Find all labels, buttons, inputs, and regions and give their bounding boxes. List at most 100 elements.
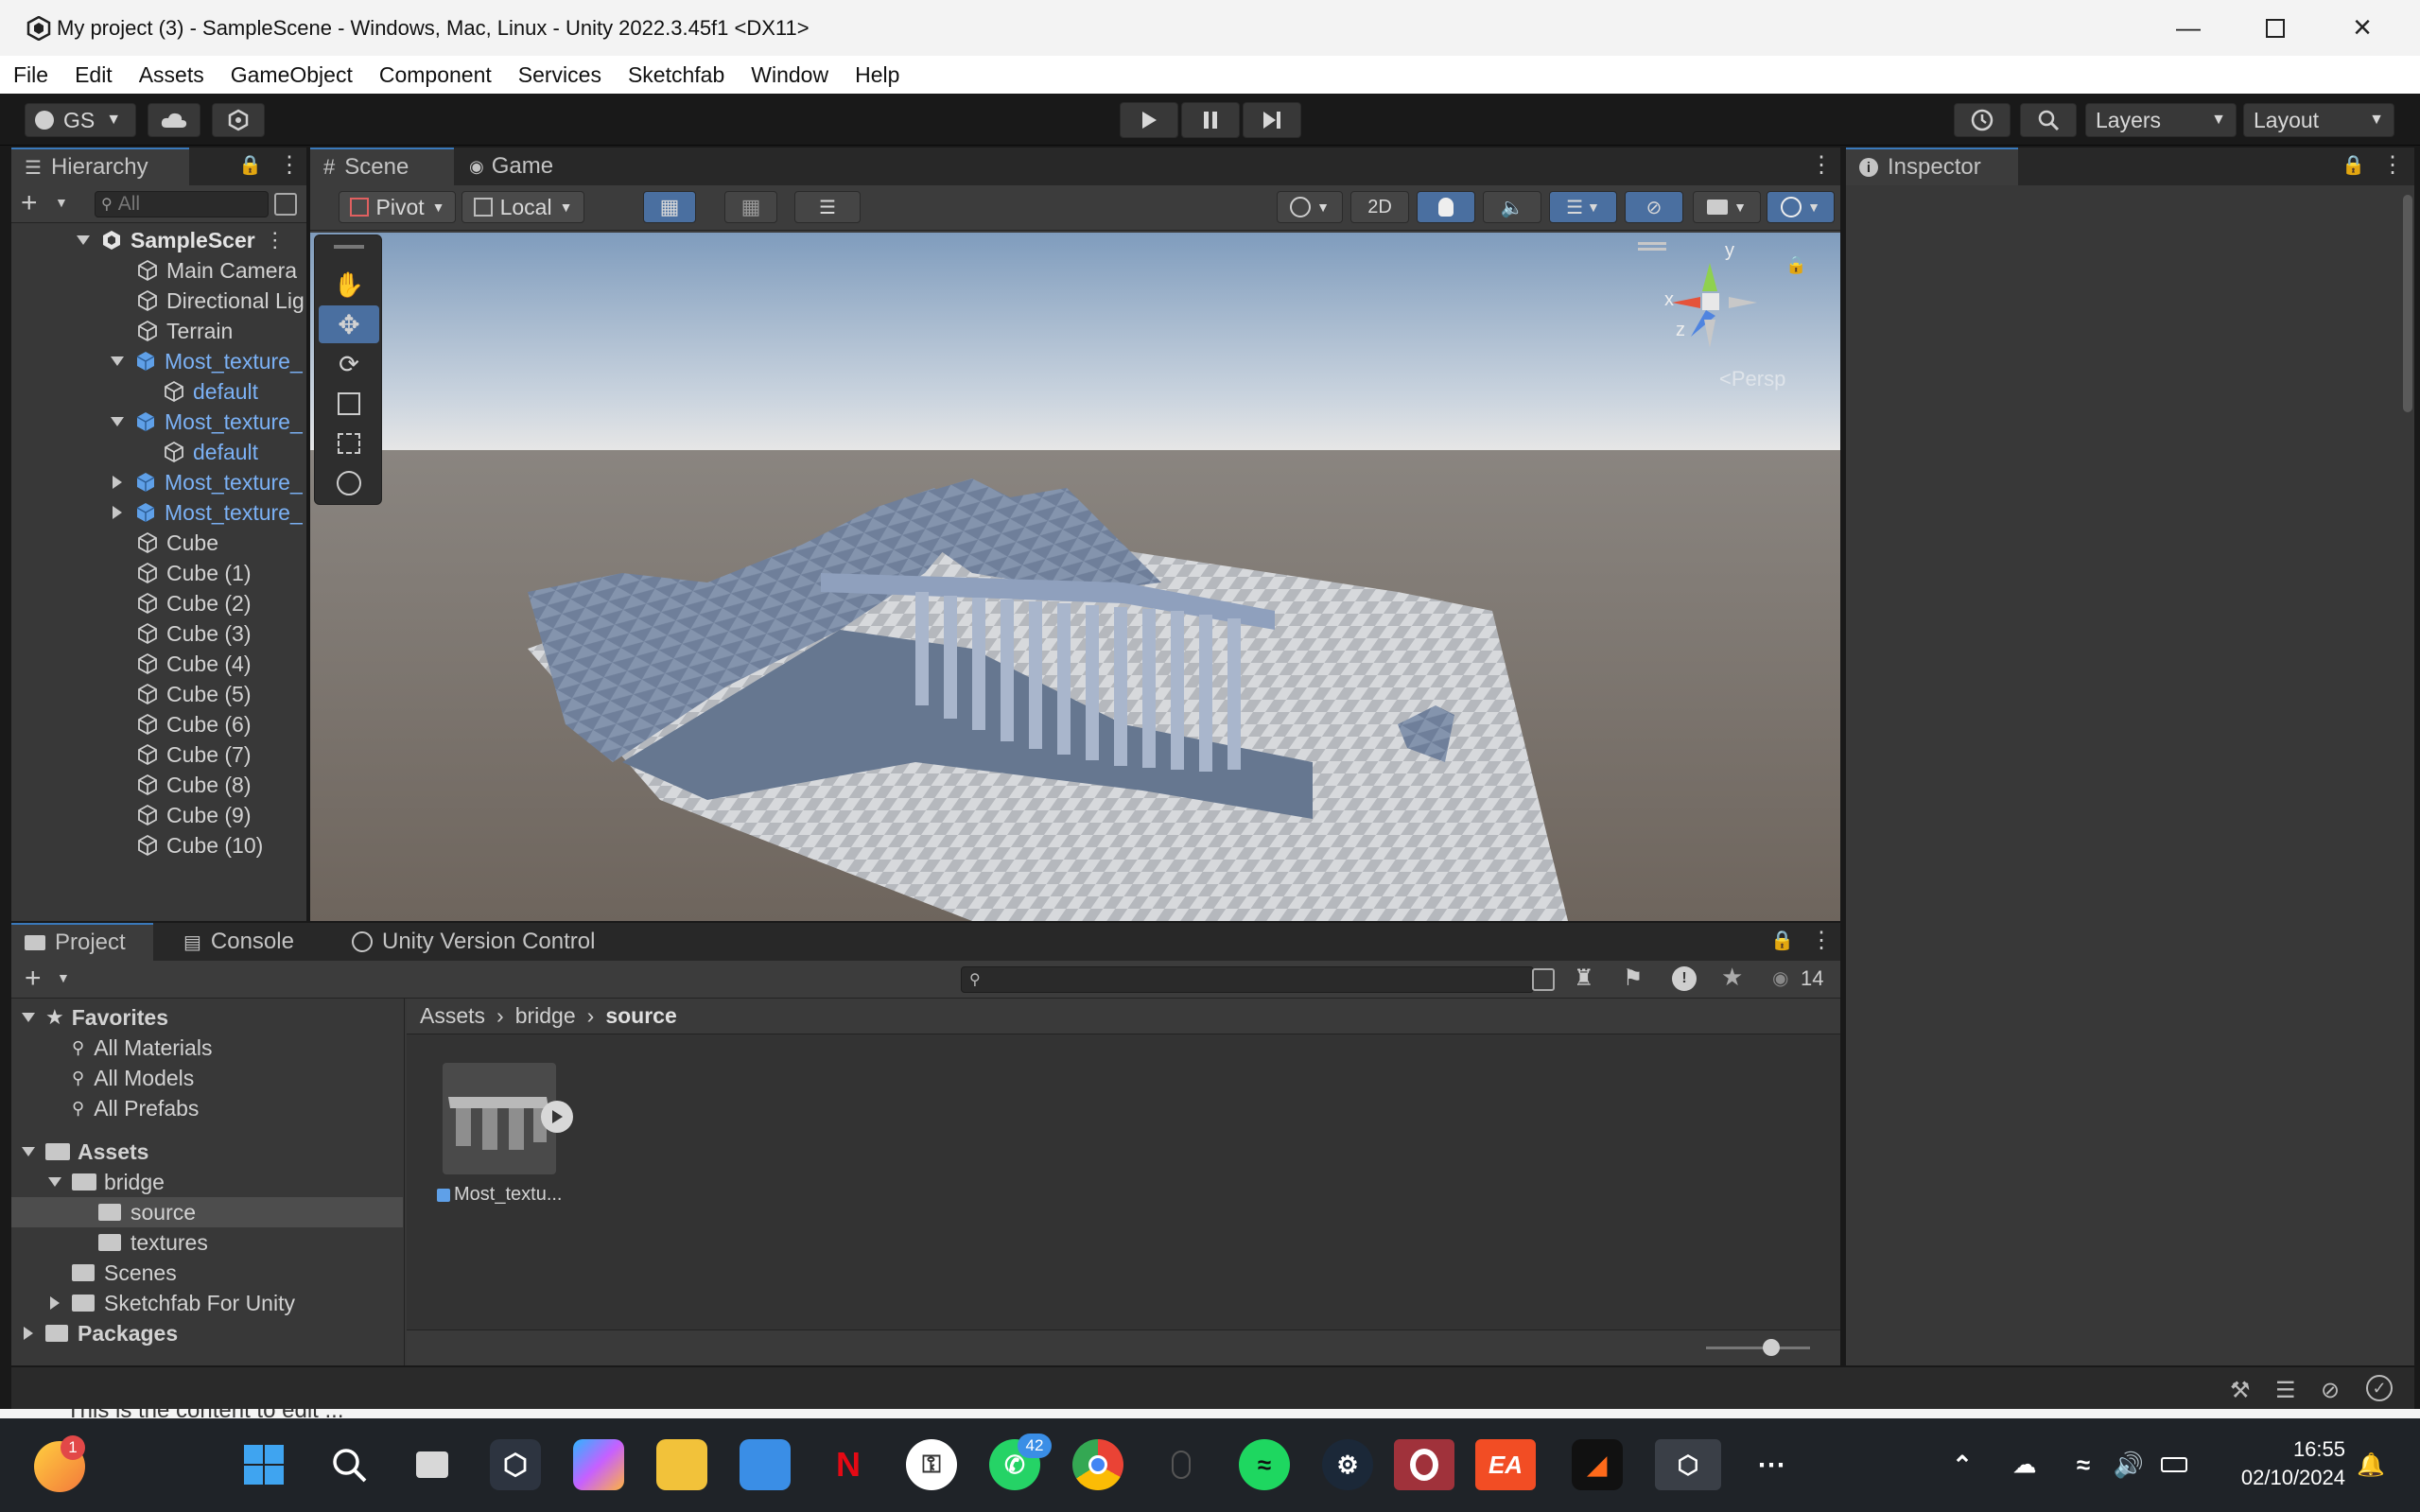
tab-inspector[interactable]: i Inspector [1846,148,2018,185]
increment-snap-button[interactable]: ☰ [794,191,861,223]
inspector-scrollbar[interactable] [2403,195,2412,412]
cloud-button[interactable] [148,103,200,137]
hierarchy-item[interactable]: Most_texture_ [110,407,303,437]
opera-button[interactable] [1394,1439,1454,1490]
tray-expand-button[interactable]: ⌃ [1937,1439,1988,1490]
drag-handle[interactable] [334,245,364,249]
breadcrumb-item[interactable]: Assets [420,1003,485,1029]
effects-toggle-button[interactable]: ☰ ▼ [1549,191,1617,223]
menu-assets[interactable]: Assets [139,62,204,88]
orientation-gizmo[interactable]: y x z 🔒 <Persp [1663,240,1806,395]
filter-by-type-icon[interactable]: ♜ [1574,965,1594,992]
checkmark-icon[interactable]: ✓ [2366,1375,2393,1401]
debug-icon[interactable]: ⚒ [2230,1377,2251,1404]
grid-snap-button[interactable]: ▦ [643,191,696,223]
start-button[interactable] [238,1439,289,1490]
menu-component[interactable]: Component [379,62,492,88]
favorite-item[interactable]: ⚲ All Prefabs [72,1093,199,1123]
lighting-toggle-button[interactable] [1417,191,1475,223]
add-button[interactable]: + [21,187,38,219]
notifications-button[interactable]: 🔔 [2345,1439,2396,1490]
hierarchy-item[interactable]: Most_texture_ [110,467,303,497]
favorite-item[interactable]: ⚲ All Materials [72,1033,212,1063]
bridge-folder[interactable]: bridge [47,1167,165,1197]
play-button[interactable] [1120,102,1178,138]
play-preview-icon[interactable] [541,1101,573,1133]
hierarchy-item[interactable]: Cube (10) [136,830,263,860]
search-button[interactable] [2020,103,2077,137]
menu-file[interactable]: File [13,62,48,88]
more-options-icon[interactable]: ⋮ [1810,151,1833,179]
hierarchy-item[interactable]: Cube (6) [136,709,251,739]
sketchfab-folder[interactable]: Sketchfab For Unity [47,1288,295,1318]
favorite-star-icon[interactable]: ★ [1721,963,1743,992]
scene-visibility-icon[interactable] [274,193,297,216]
layers-dropdown[interactable]: Layers ▼ [2085,103,2237,137]
packages-folder[interactable]: Packages [21,1318,178,1348]
hierarchy-item[interactable]: Most_texture_ [110,346,303,376]
hierarchy-item[interactable]: Cube (1) [136,558,251,588]
hierarchy-item[interactable]: default [163,437,258,467]
hierarchy-item[interactable]: Cube (7) [136,739,251,770]
menu-sketchfab[interactable]: Sketchfab [628,62,724,88]
slider-thumb[interactable] [1763,1339,1780,1356]
ea-app-button[interactable]: EA [1475,1439,1536,1490]
pivot-dropdown[interactable]: Pivot ▼ [339,191,456,223]
move-tool-button[interactable]: ✥ [319,305,379,343]
lock-icon[interactable]: 🔒 [2342,153,2365,177]
more-options-icon[interactable]: ⋮ [265,228,286,252]
hierarchy-item[interactable]: default [163,376,258,407]
volume-button[interactable]: 🔊 [2103,1439,2154,1490]
source-folder[interactable]: source [11,1197,403,1227]
netflix-button[interactable]: N [823,1439,874,1490]
hierarchy-item[interactable]: Cube (5) [136,679,251,709]
more-options-icon[interactable]: ⋮ [1810,927,1833,954]
hierarchy-item[interactable]: Cube (4) [136,649,251,679]
wifi-button[interactable]: ≈ [2058,1439,2109,1490]
project-search-input[interactable]: ⚲ [961,966,1534,993]
more-options-icon[interactable]: ⋮ [278,151,301,179]
steam-button[interactable]: ⚙ [1322,1439,1373,1490]
hierarchy-item[interactable]: Cube (9) [136,800,251,830]
lock-icon[interactable]: 🔒 [1770,929,1794,952]
filter-by-label-icon[interactable]: ⚑ [1623,965,1644,992]
add-button[interactable]: + [25,963,42,995]
tab-game[interactable]: ◉ Game [456,148,579,185]
draw-mode-button[interactable]: ▼ [1277,191,1343,223]
clock[interactable]: 16:55 02/10/2024 [2203,1435,2345,1496]
hierarchy-item[interactable]: Terrain [136,316,233,346]
close-button[interactable]: × [2319,0,2406,56]
menu-help[interactable]: Help [855,62,899,88]
audio-toggle-button[interactable]: 🔈 [1483,191,1541,223]
vpn-button[interactable]: ⚿ [906,1439,957,1490]
pause-button[interactable] [1181,102,1240,138]
taskbar-app[interactable]: ⬡ [490,1439,541,1490]
warning-filter-icon[interactable]: ! [1672,966,1697,991]
hierarchy-item[interactable]: Cube (8) [136,770,251,800]
file-explorer-button[interactable] [656,1439,707,1490]
store-button[interactable] [740,1439,791,1490]
task-view-button[interactable] [407,1439,458,1490]
breadcrumb-item[interactable]: source [605,1003,676,1029]
tab-version-control[interactable]: Unity Version Control [339,923,641,961]
search-scope-icon[interactable] [1532,968,1555,991]
undo-history-button[interactable] [1954,103,2011,137]
menu-services[interactable]: Services [518,62,601,88]
rotate-tool-button[interactable]: ⟳ [319,345,379,383]
transform-tool-button[interactable] [319,464,379,502]
thumbnail-size-slider[interactable] [1706,1339,1810,1356]
hierarchy-search-field[interactable]: ⚲ All [95,191,269,217]
chevron-down-icon[interactable]: ▼ [55,195,68,210]
tab-console[interactable]: ▤ Console [170,923,322,961]
more-apps-button[interactable]: ⋯ [1746,1439,1797,1490]
hidden-packages-icon[interactable]: ◉ [1772,966,1788,990]
2d-toggle-button[interactable]: 2D [1350,191,1409,223]
step-button[interactable] [1243,102,1301,138]
tab-scene[interactable]: # Scene [310,148,454,185]
breadcrumb-item[interactable]: bridge [515,1003,576,1029]
scale-tool-button[interactable] [319,385,379,423]
tab-hierarchy[interactable]: ☰ Hierarchy [11,148,189,185]
camera-settings-button[interactable]: ▼ [1693,191,1761,223]
rect-tool-button[interactable] [319,425,379,462]
minimize-button[interactable]: — [2145,0,2232,56]
